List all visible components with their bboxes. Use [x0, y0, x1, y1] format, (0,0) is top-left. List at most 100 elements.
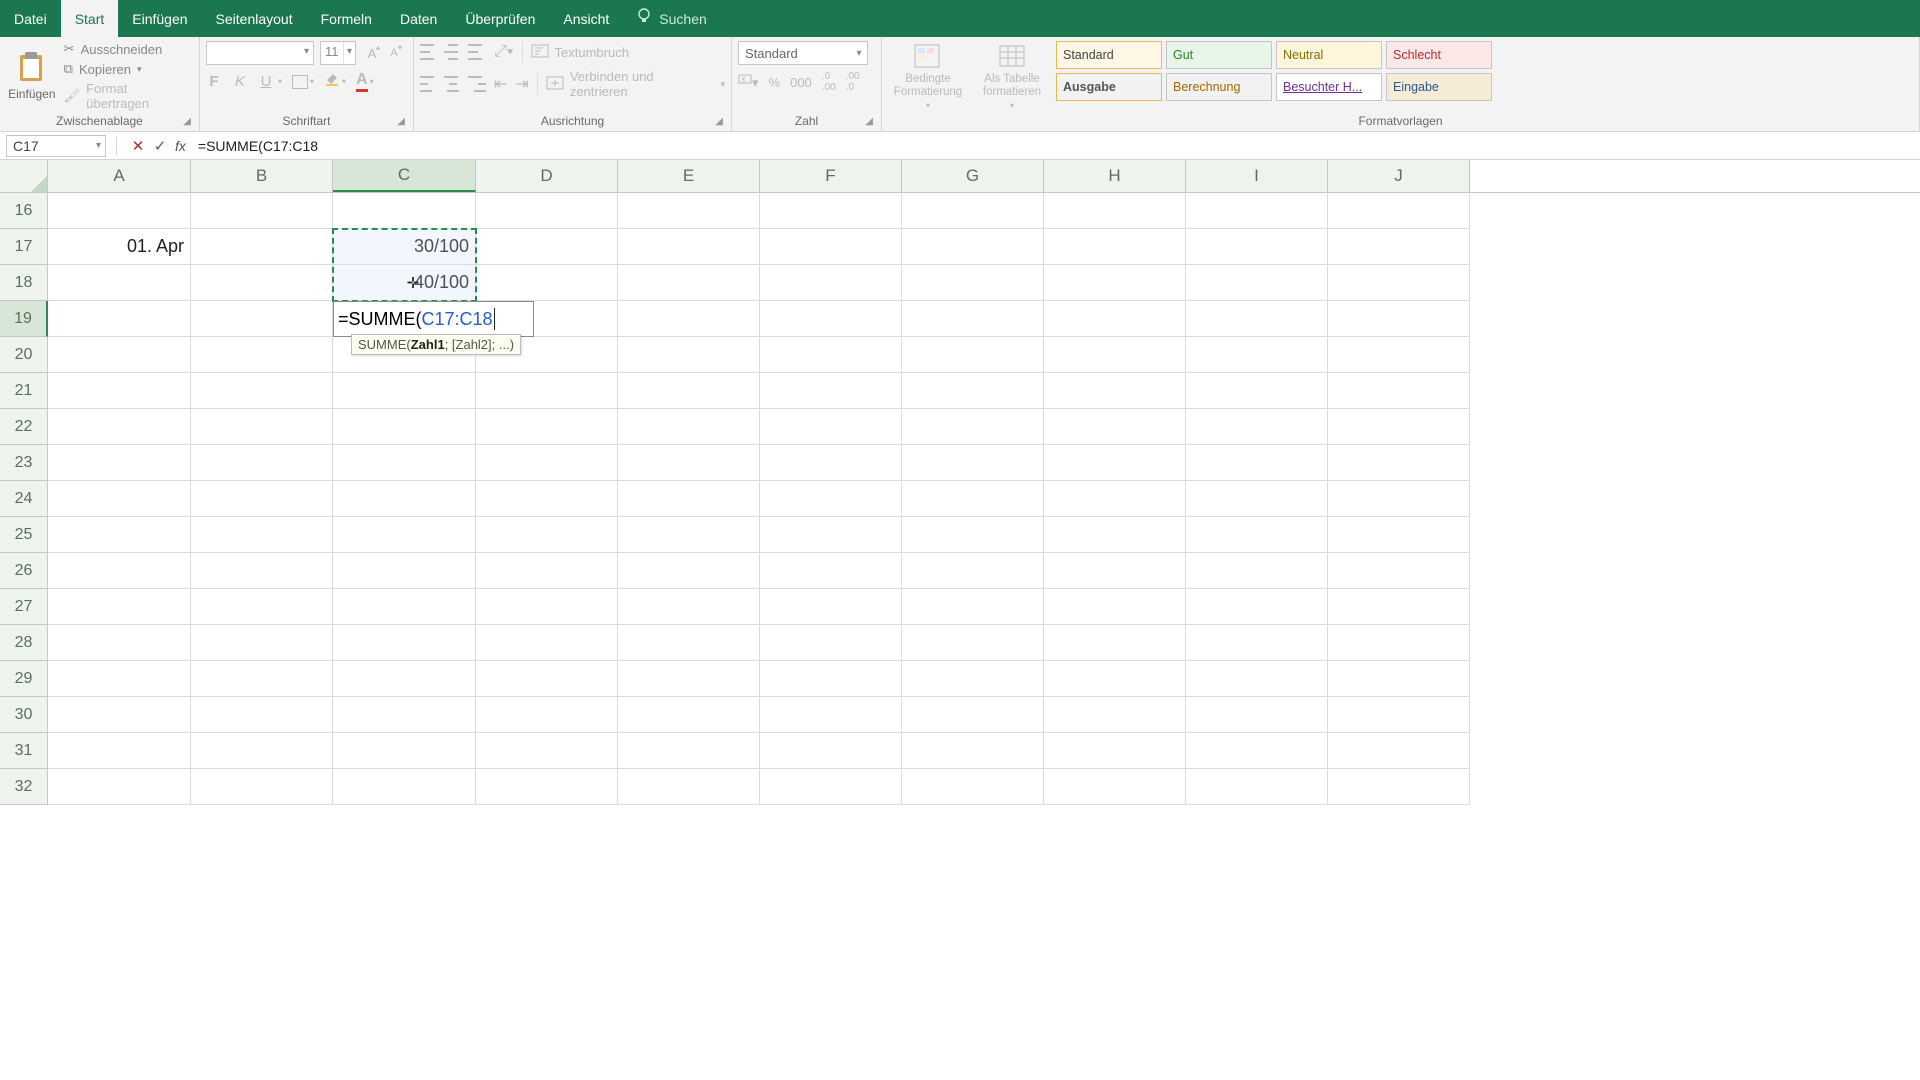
cell-C28[interactable] — [333, 625, 476, 661]
format-painter-button[interactable]: 🖌 Format übertragen — [64, 81, 193, 111]
row-header-17[interactable]: 17 — [0, 229, 48, 265]
cell-G29[interactable] — [902, 661, 1044, 697]
cell-F27[interactable] — [760, 589, 902, 625]
column-header-I[interactable]: I — [1186, 160, 1328, 192]
row-header-30[interactable]: 30 — [0, 697, 48, 733]
cell-G32[interactable] — [902, 769, 1044, 805]
format-as-table-button[interactable]: Als Tabelle formatieren ▾ — [972, 41, 1052, 112]
cell-B22[interactable] — [191, 409, 333, 445]
cell-C27[interactable] — [333, 589, 476, 625]
cell-F26[interactable] — [760, 553, 902, 589]
align-launcher-icon[interactable]: ◢ — [715, 116, 723, 127]
cell-F25[interactable] — [760, 517, 902, 553]
increase-decimal-button[interactable]: .0.00 — [822, 71, 836, 93]
cell-D31[interactable] — [476, 733, 618, 769]
row-header-23[interactable]: 23 — [0, 445, 48, 481]
cell-H26[interactable] — [1044, 553, 1186, 589]
cell-E23[interactable] — [618, 445, 760, 481]
align-bottom-button[interactable] — [468, 44, 486, 60]
align-middle-button[interactable] — [444, 44, 462, 60]
cell-E17[interactable] — [618, 229, 760, 265]
column-header-G[interactable]: G — [902, 160, 1044, 192]
cell-I29[interactable] — [1186, 661, 1328, 697]
cell-G27[interactable] — [902, 589, 1044, 625]
merge-center-button[interactable]: Verbinden und zentrieren ▾ — [546, 69, 725, 99]
wrap-text-button[interactable]: Textumbruch — [531, 44, 629, 61]
number-launcher-icon[interactable]: ◢ — [865, 116, 873, 127]
column-header-B[interactable]: B — [191, 160, 333, 192]
cell-E32[interactable] — [618, 769, 760, 805]
accounting-format-button[interactable]: €▾ — [738, 73, 759, 91]
cell-B29[interactable] — [191, 661, 333, 697]
row-header-20[interactable]: 20 — [0, 337, 48, 373]
cell-J23[interactable] — [1328, 445, 1470, 481]
column-header-C[interactable]: C — [333, 160, 476, 192]
cell-D17[interactable] — [476, 229, 618, 265]
conditional-formatting-button[interactable]: Bedingte Formatierung ▾ — [888, 41, 968, 112]
cell-A19[interactable] — [48, 301, 191, 337]
cell-J27[interactable] — [1328, 589, 1470, 625]
cell-F17[interactable] — [760, 229, 902, 265]
cell-C26[interactable] — [333, 553, 476, 589]
cell-F29[interactable] — [760, 661, 902, 697]
cell-A27[interactable] — [48, 589, 191, 625]
font-color-button[interactable]: A ▾ — [356, 71, 374, 92]
row-header-29[interactable]: 29 — [0, 661, 48, 697]
cell-D25[interactable] — [476, 517, 618, 553]
cut-button[interactable]: ✂ Ausschneiden — [64, 41, 193, 57]
increase-indent-button[interactable]: ⇥ — [515, 74, 528, 94]
cell-E27[interactable] — [618, 589, 760, 625]
cell-F18[interactable] — [760, 265, 902, 301]
style-besuchter-link[interactable]: Besuchter H... — [1276, 73, 1382, 101]
cell-A26[interactable] — [48, 553, 191, 589]
cancel-button[interactable]: ✕ — [127, 137, 149, 155]
cell-D21[interactable] — [476, 373, 618, 409]
font-launcher-icon[interactable]: ◢ — [397, 116, 405, 127]
cell-D26[interactable] — [476, 553, 618, 589]
cell-D24[interactable] — [476, 481, 618, 517]
cell-E30[interactable] — [618, 697, 760, 733]
cell-J18[interactable] — [1328, 265, 1470, 301]
cell-E21[interactable] — [618, 373, 760, 409]
fx-icon[interactable]: fx — [175, 138, 186, 154]
style-gut[interactable]: Gut — [1166, 41, 1272, 69]
cell-I18[interactable] — [1186, 265, 1328, 301]
align-left-button[interactable] — [420, 76, 438, 92]
cell-B20[interactable] — [191, 337, 333, 373]
style-neutral[interactable]: Neutral — [1276, 41, 1382, 69]
underline-button[interactable]: U — [258, 73, 274, 90]
cell-G16[interactable] — [902, 193, 1044, 229]
name-box[interactable]: C17 ▾ — [6, 135, 106, 157]
cell-A16[interactable] — [48, 193, 191, 229]
cell-A23[interactable] — [48, 445, 191, 481]
cell-G18[interactable] — [902, 265, 1044, 301]
formula-bar-input[interactable]: =SUMME(C17:C18 — [194, 138, 1920, 154]
cell-F31[interactable] — [760, 733, 902, 769]
cell-editor[interactable]: =SUMME(C17:C18 — [333, 301, 534, 337]
cell-I20[interactable] — [1186, 337, 1328, 373]
clipboard-launcher-icon[interactable]: ◢ — [183, 116, 191, 127]
cell-F22[interactable] — [760, 409, 902, 445]
column-header-J[interactable]: J — [1328, 160, 1470, 192]
cell-B24[interactable] — [191, 481, 333, 517]
style-eingabe[interactable]: Eingabe — [1386, 73, 1492, 101]
cell-C25[interactable] — [333, 517, 476, 553]
cell-D28[interactable] — [476, 625, 618, 661]
cell-H25[interactable] — [1044, 517, 1186, 553]
cell-E22[interactable] — [618, 409, 760, 445]
cell-J31[interactable] — [1328, 733, 1470, 769]
cell-I30[interactable] — [1186, 697, 1328, 733]
tab-daten[interactable]: Daten — [386, 0, 451, 37]
cell-G17[interactable] — [902, 229, 1044, 265]
cell-F21[interactable] — [760, 373, 902, 409]
cell-I28[interactable] — [1186, 625, 1328, 661]
row-header-24[interactable]: 24 — [0, 481, 48, 517]
cell-H29[interactable] — [1044, 661, 1186, 697]
cell-H28[interactable] — [1044, 625, 1186, 661]
cell-B19[interactable] — [191, 301, 333, 337]
italic-button[interactable]: K — [232, 73, 248, 90]
tab-datei[interactable]: Datei — [0, 0, 61, 37]
cell-F32[interactable] — [760, 769, 902, 805]
cell-J20[interactable] — [1328, 337, 1470, 373]
cell-G20[interactable] — [902, 337, 1044, 373]
